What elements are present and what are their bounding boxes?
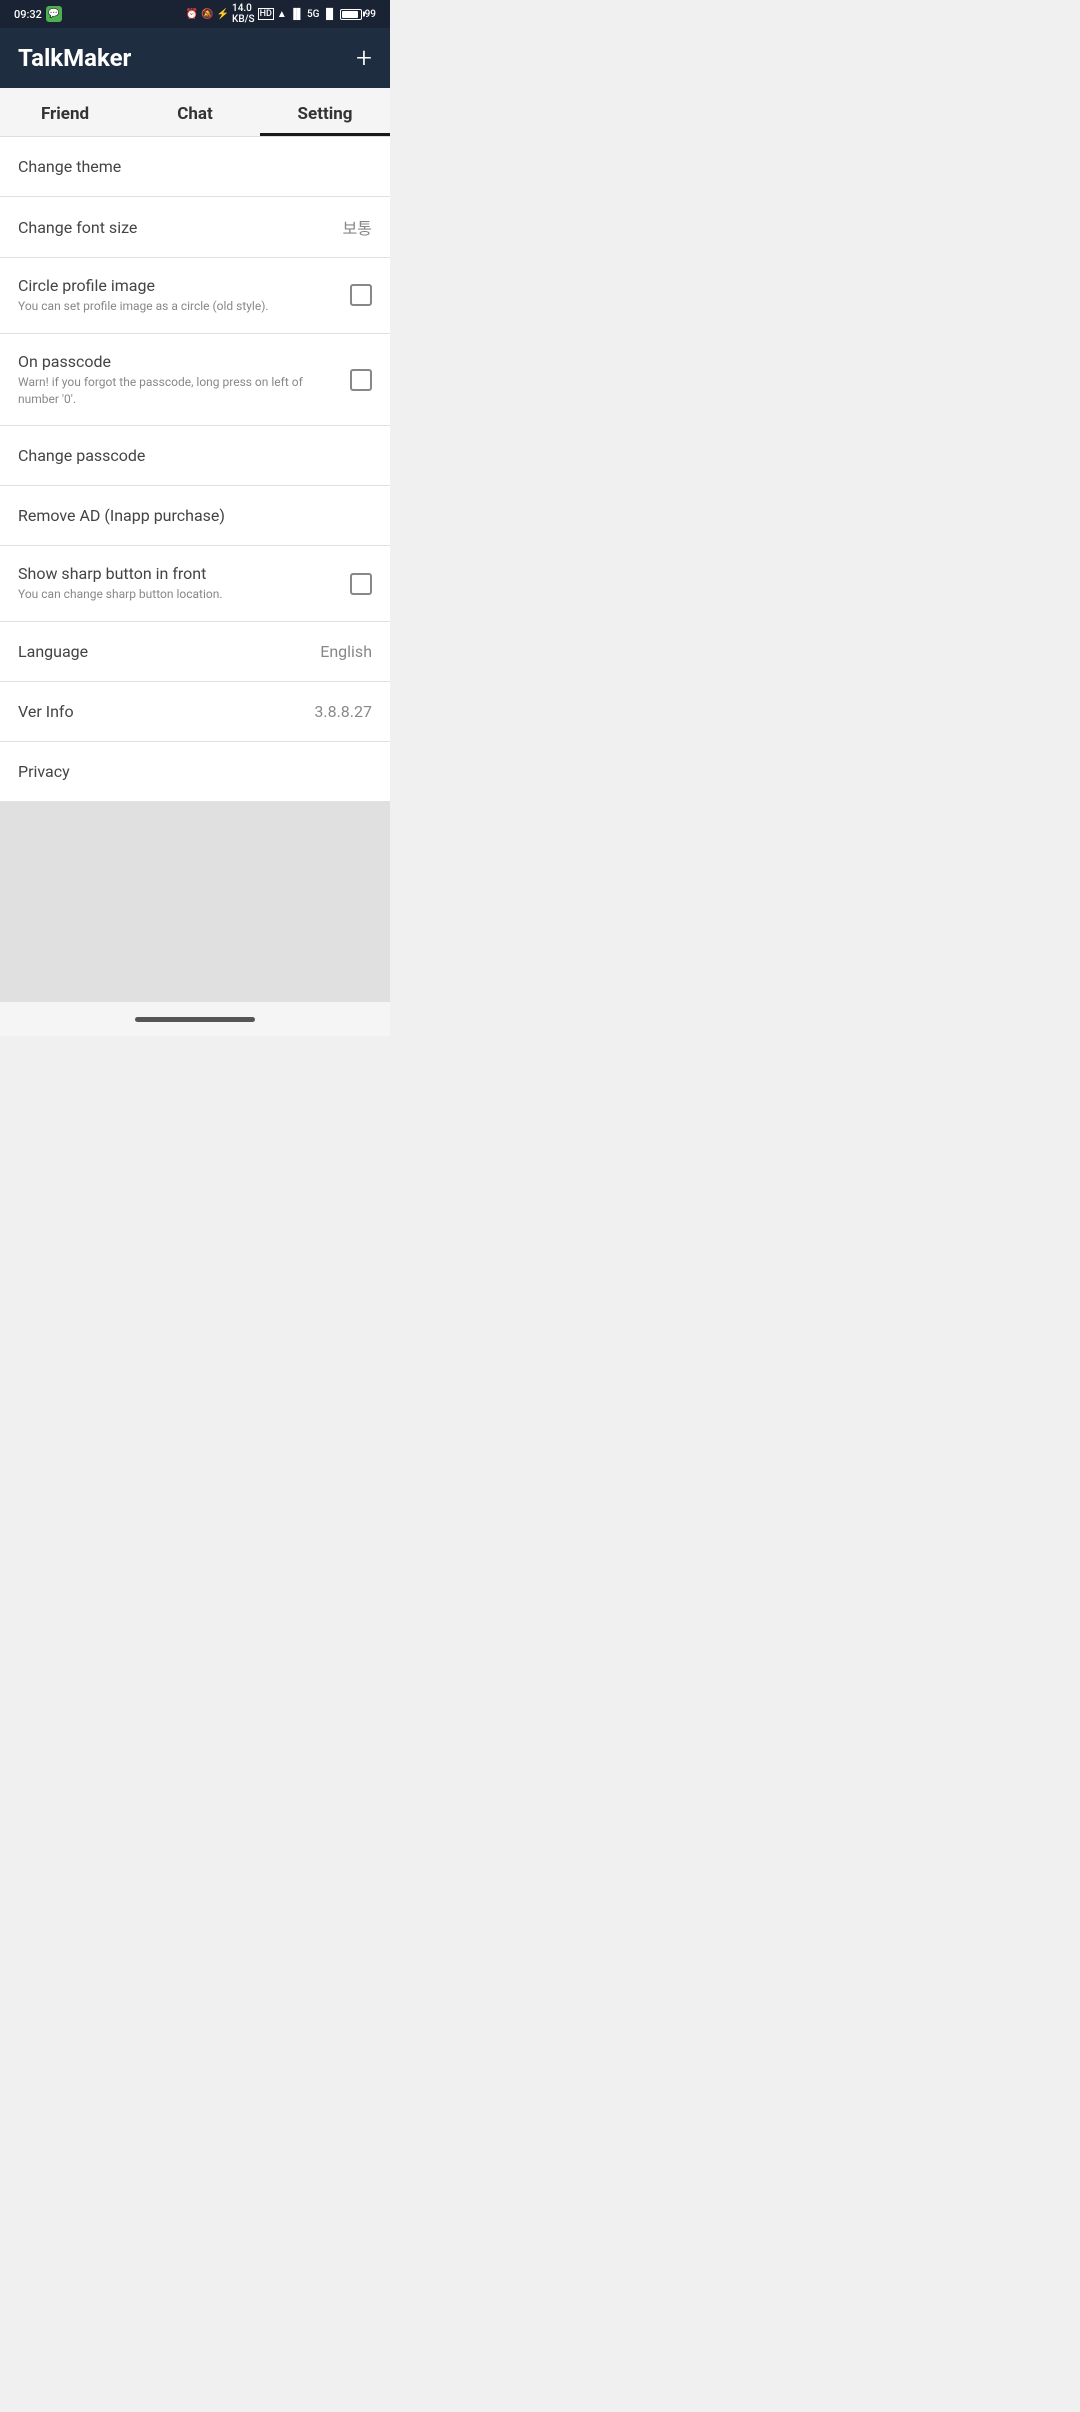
setting-item-on-passcode[interactable]: On passcode Warn! if you forgot the passc… [0, 334, 390, 427]
setting-item-left-remove-ad: Remove AD (Inapp purchase) [18, 506, 372, 525]
tab-bar: Friend Chat Setting [0, 88, 390, 137]
bluetooth-icon: ⚡ [217, 9, 229, 20]
home-indicator [0, 1002, 390, 1036]
setting-right-change-font-size: 보통 [343, 215, 372, 239]
battery-indicator [340, 9, 362, 20]
alarm-icon: ⏰ [186, 9, 198, 20]
checkbox-circle-profile-image[interactable] [350, 284, 372, 306]
setting-title-on-passcode: On passcode [18, 352, 338, 371]
signal-icon: ▐▌ [290, 9, 304, 20]
settings-list: Change theme Change font size 보통 Circle pro… [0, 137, 390, 802]
tab-friend[interactable]: Friend [0, 88, 130, 136]
signal-bars-icon: ▐▌ [322, 9, 336, 20]
app-header: TalkMaker + [0, 28, 390, 88]
setting-item-left-on-passcode: On passcode Warn! if you forgot the passc… [18, 352, 350, 408]
setting-title-ver-info: Ver Info [18, 702, 302, 721]
setting-title-remove-ad: Remove AD (Inapp purchase) [18, 506, 360, 525]
setting-item-left-ver-info: Ver Info [18, 702, 314, 721]
setting-title-circle-profile-image: Circle profile image [18, 276, 338, 295]
status-right: ⏰ 🔕 ⚡ 14.0KB/S HD ▲ ▐▌ 5G ▐▌ 99 [186, 3, 376, 25]
status-left: 09:32 💬 [14, 6, 62, 22]
add-button[interactable]: + [356, 44, 372, 72]
setting-item-language[interactable]: Language English [0, 622, 390, 682]
setting-item-remove-ad[interactable]: Remove AD (Inapp purchase) [0, 486, 390, 546]
checkbox-show-sharp-button[interactable] [350, 573, 372, 595]
status-time: 09:32 [14, 8, 42, 21]
setting-title-change-theme: Change theme [18, 157, 360, 176]
setting-title-privacy: Privacy [18, 762, 360, 781]
setting-title-show-sharp-button: Show sharp button in front [18, 564, 338, 583]
setting-item-left-show-sharp-button: Show sharp button in front You can change… [18, 564, 350, 603]
setting-title-change-font-size: Change font size [18, 218, 331, 237]
tab-setting[interactable]: Setting [260, 88, 390, 136]
setting-item-left-privacy: Privacy [18, 762, 372, 781]
checkbox-on-passcode[interactable] [350, 369, 372, 391]
setting-item-change-theme[interactable]: Change theme [0, 137, 390, 197]
setting-subtitle-on-passcode: Warn! if you forgot the passcode, long p… [18, 374, 338, 408]
setting-item-left-change-passcode: Change passcode [18, 446, 372, 465]
bottom-gray-area [0, 802, 390, 1002]
home-bar [135, 1017, 255, 1022]
wifi-icon: ▲ [277, 9, 287, 20]
status-bar: 09:32 💬 ⏰ 🔕 ⚡ 14.0KB/S HD ▲ ▐▌ 5G ▐▌ 99 [0, 0, 390, 28]
tab-chat[interactable]: Chat [130, 88, 260, 136]
setting-item-left-language: Language [18, 642, 320, 661]
setting-right-ver-info: 3.8.8.27 [314, 702, 372, 721]
battery-percentage: 99 [365, 9, 376, 20]
app-title: TalkMaker [18, 44, 131, 72]
setting-right-language: English [320, 642, 372, 661]
setting-item-privacy[interactable]: Privacy [0, 742, 390, 802]
hd-icon: HD [258, 8, 274, 20]
setting-item-change-font-size[interactable]: Change font size 보통 [0, 197, 390, 258]
chat-notification-icon: 💬 [46, 6, 62, 22]
signal-5g-icon: 5G [307, 9, 320, 20]
setting-item-circle-profile-image[interactable]: Circle profile image You can set profile … [0, 258, 390, 334]
setting-title-change-passcode: Change passcode [18, 446, 360, 465]
setting-item-left-circle-profile-image: Circle profile image You can set profile … [18, 276, 350, 315]
setting-item-left-change-font-size: Change font size [18, 218, 343, 237]
mute-icon: 🔕 [201, 9, 213, 20]
setting-item-ver-info[interactable]: Ver Info 3.8.8.27 [0, 682, 390, 742]
setting-item-change-passcode[interactable]: Change passcode [0, 426, 390, 486]
setting-item-left-change-theme: Change theme [18, 157, 372, 176]
speed-indicator: 14.0KB/S [232, 3, 255, 25]
setting-item-show-sharp-button[interactable]: Show sharp button in front You can change… [0, 546, 390, 622]
setting-title-language: Language [18, 642, 308, 661]
setting-subtitle-circle-profile-image: You can set profile image as a circle (o… [18, 298, 338, 315]
setting-subtitle-show-sharp-button: You can change sharp button location. [18, 586, 338, 603]
